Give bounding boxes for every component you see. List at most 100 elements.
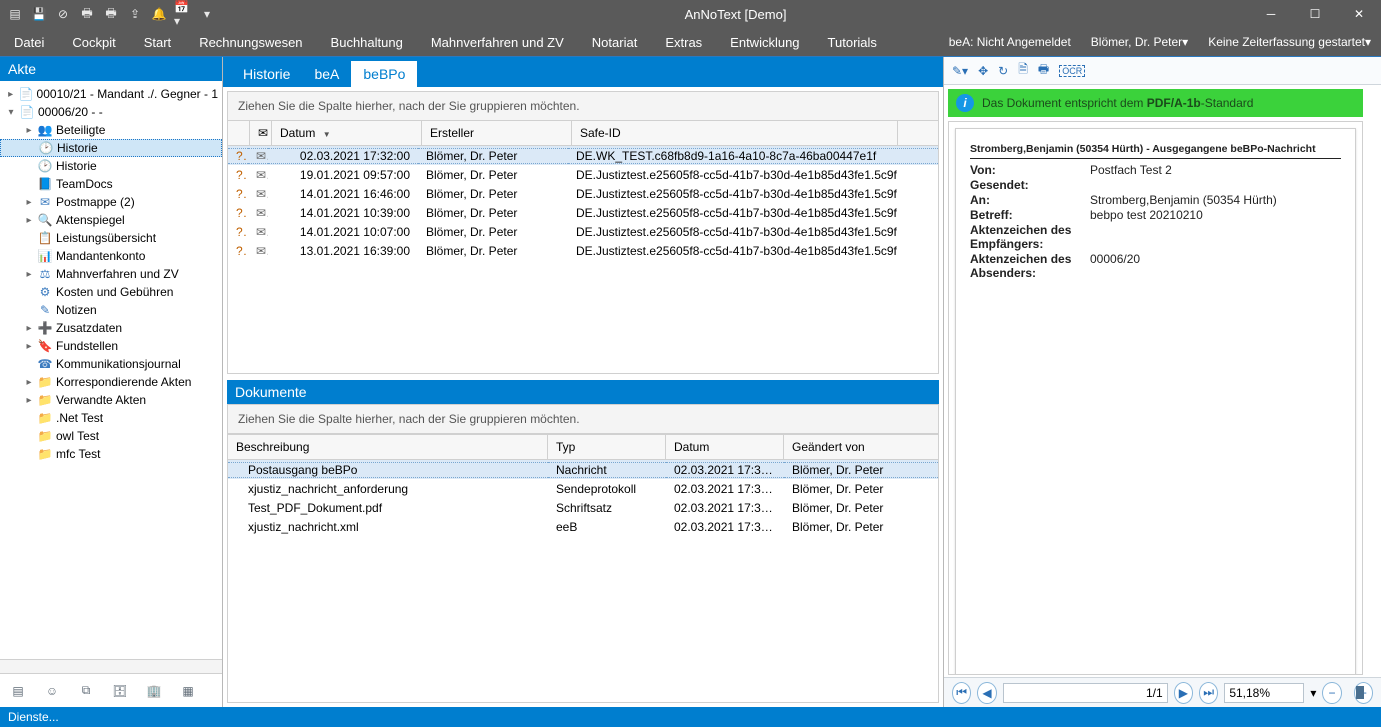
col-datum2[interactable]: Datum xyxy=(666,435,784,459)
col-beschreibung[interactable]: Beschreibung xyxy=(228,435,548,459)
tree-node[interactable]: 📁Verwandte Akten xyxy=(0,391,222,409)
message-row[interactable]: ?✉14.01.2021 10:07:00Blömer, Dr. PeterDE… xyxy=(228,222,938,241)
document-row[interactable]: xjustiz_nachricht_anforderungSendeprotok… xyxy=(228,479,938,498)
menu-tutorials[interactable]: Tutorials xyxy=(814,28,891,56)
view-grid-icon[interactable]: ▦ xyxy=(180,683,196,699)
view-person-icon[interactable]: ☺ xyxy=(44,683,60,699)
menu-start[interactable]: Start xyxy=(130,28,185,56)
inbox-icon: ✉ xyxy=(248,187,268,201)
prev-page-button[interactable]: ◀ xyxy=(977,682,996,704)
message-row[interactable]: ?✉02.03.2021 17:32:00Blömer, Dr. PeterDE… xyxy=(228,146,938,165)
menu-rechnungswesen[interactable]: Rechnungswesen xyxy=(185,28,316,56)
rotate-icon[interactable]: ↻ xyxy=(998,64,1008,78)
export-icon[interactable]: ⇪ xyxy=(126,5,144,23)
documents-group-panel[interactable]: Ziehen Sie die Spalte hierher, nach der … xyxy=(227,404,939,434)
message-row[interactable]: ?✉14.01.2021 16:46:00Blömer, Dr. PeterDE… xyxy=(228,184,938,203)
view-archive-icon[interactable]: 🗄 xyxy=(112,683,128,699)
print-icon[interactable]: 🖶 xyxy=(78,5,96,23)
menu-datei[interactable]: Datei xyxy=(0,28,58,56)
tree-node[interactable]: 📁mfc Test xyxy=(0,445,222,463)
tree-node[interactable]: ⚙Kosten und Gebühren xyxy=(0,283,222,301)
minimize-button[interactable]: ─ xyxy=(1249,0,1293,28)
documents-grid[interactable]: Postausgang beBPoNachricht02.03.2021 17:… xyxy=(227,460,939,703)
inbox-icon: ✉ xyxy=(248,148,268,164)
close-button[interactable]: ✕ xyxy=(1337,0,1381,28)
tree-node[interactable]: ➕Zusatzdaten xyxy=(0,319,222,337)
group-panel[interactable]: Ziehen Sie die Spalte hierher, nach der … xyxy=(227,91,939,121)
col-extra[interactable] xyxy=(898,121,938,145)
tree-node[interactable]: 🔍Aktenspiegel xyxy=(0,211,222,229)
first-page-button[interactable]: ⏮ xyxy=(952,682,971,704)
tree-node[interactable]: 📊Mandantenkonto xyxy=(0,247,222,265)
menu-cockpit[interactable]: Cockpit xyxy=(58,28,129,56)
next-page-button[interactable]: ▶ xyxy=(1174,682,1193,704)
app-icon: ▤ xyxy=(6,5,24,23)
tree-node[interactable]: 📁Korrespondierende Akten xyxy=(0,373,222,391)
tree-node[interactable]: 🔖Fundstellen xyxy=(0,337,222,355)
case-tree[interactable]: 📄00010/21 - Mandant ./. Gegner - 1📄00006… xyxy=(0,81,222,659)
page-input[interactable] xyxy=(1003,683,1168,703)
menu-notariat[interactable]: Notariat xyxy=(578,28,652,56)
message-row[interactable]: ?✉13.01.2021 16:39:00Blömer, Dr. PeterDE… xyxy=(228,241,938,260)
message-row[interactable]: ?✉19.01.2021 09:57:00Blömer, Dr. PeterDE… xyxy=(228,165,938,184)
col-inbox-icon[interactable]: ✉ xyxy=(250,121,272,145)
tree-node[interactable]: 🕑Historie xyxy=(0,139,222,157)
bell-icon[interactable]: 🔔 xyxy=(150,5,168,23)
sidebar-scrollbar[interactable] xyxy=(0,659,222,673)
tree-node[interactable]: 📋Leistungsübersicht xyxy=(0,229,222,247)
print3-icon[interactable]: 🖶 xyxy=(1038,60,1049,81)
tree-node[interactable]: 📘TeamDocs xyxy=(0,175,222,193)
tree-node[interactable]: ☎Kommunikationsjournal xyxy=(0,355,222,373)
col-ersteller[interactable]: Ersteller xyxy=(422,121,572,145)
tree-node[interactable]: ⚖Mahnverfahren und ZV xyxy=(0,265,222,283)
move-icon[interactable]: ✥ xyxy=(978,64,988,78)
edit-icon[interactable]: ✎▾ xyxy=(952,64,968,78)
col-geaendert[interactable]: Geändert von xyxy=(784,435,938,459)
col-status-icon[interactable] xyxy=(228,121,250,145)
ocr-icon[interactable]: OCR xyxy=(1059,65,1085,77)
warning-icon: ? xyxy=(228,168,248,182)
menu-extras[interactable]: Extras xyxy=(651,28,716,56)
messages-grid[interactable]: ?✉02.03.2021 17:32:00Blömer, Dr. PeterDE… xyxy=(227,146,939,374)
tree-node[interactable]: 👥Beteiligte xyxy=(0,121,222,139)
bea-status[interactable]: beA: Nicht Angemeldet xyxy=(939,28,1081,56)
user-menu[interactable]: Blömer, Dr. Peter ▾ xyxy=(1081,28,1198,56)
tab-historie[interactable]: Historie xyxy=(231,61,302,87)
view-building-icon[interactable]: 🏢 xyxy=(146,683,162,699)
tree-node[interactable]: ✉Postmappe (2) xyxy=(0,193,222,211)
tree-node[interactable]: ✎Notizen xyxy=(0,301,222,319)
menu-buchhaltung[interactable]: Buchhaltung xyxy=(317,28,417,56)
view-copy-icon[interactable]: ⧉ xyxy=(78,683,94,699)
last-page-button[interactable]: ⏭ xyxy=(1199,682,1218,704)
col-typ[interactable]: Typ xyxy=(548,435,666,459)
view-list-icon[interactable]: ▤ xyxy=(10,683,26,699)
tree-node[interactable]: 📄00010/21 - Mandant ./. Gegner - 1 xyxy=(0,85,222,103)
cancel-icon[interactable]: ⊘ xyxy=(54,5,72,23)
zoom-dropdown-icon[interactable]: ▾ xyxy=(1310,686,1316,700)
save-icon[interactable]: 💾 xyxy=(30,5,48,23)
doc-icon[interactable]: 🗎 xyxy=(1018,60,1028,81)
document-row[interactable]: xjustiz_nachricht.xmleeB02.03.2021 17:32… xyxy=(228,517,938,536)
print2-icon[interactable]: 🖶 xyxy=(102,5,120,23)
document-row[interactable]: Test_PDF_Dokument.pdfSchriftsatz02.03.20… xyxy=(228,498,938,517)
tab-bea[interactable]: beA xyxy=(302,61,351,87)
col-safeid[interactable]: Safe-ID xyxy=(572,121,898,145)
timer-status[interactable]: Keine Zeiterfassung gestartet ▾ xyxy=(1198,28,1381,56)
zoom-combo[interactable] xyxy=(1224,683,1304,703)
maximize-button[interactable]: ☐ xyxy=(1293,0,1337,28)
message-row[interactable]: ?✉14.01.2021 10:39:00Blömer, Dr. PeterDE… xyxy=(228,203,938,222)
zoom-out-button[interactable]: − xyxy=(1322,682,1341,704)
info-icon: i xyxy=(956,94,974,112)
menu-mahnverfahren[interactable]: Mahnverfahren und ZV xyxy=(417,28,578,56)
menu-entwicklung[interactable]: Entwicklung xyxy=(716,28,813,56)
tree-node[interactable]: 📁.Net Test xyxy=(0,409,222,427)
document-row[interactable]: Postausgang beBPoNachricht02.03.2021 17:… xyxy=(228,460,938,479)
calendar-icon[interactable]: 📅▾ xyxy=(174,5,192,23)
document-viewer[interactable]: Stromberg,Benjamin (50354 Hürth) - Ausge… xyxy=(948,121,1363,675)
qat-dropdown-icon[interactable]: ▾ xyxy=(198,5,216,23)
tree-node[interactable]: 📁owl Test xyxy=(0,427,222,445)
tree-node[interactable]: 📄00006/20 - - xyxy=(0,103,222,121)
tree-node[interactable]: 🕑Historie xyxy=(0,157,222,175)
col-datum[interactable]: Datum xyxy=(272,121,422,145)
tab-bebpo[interactable]: beBPo xyxy=(351,61,417,87)
